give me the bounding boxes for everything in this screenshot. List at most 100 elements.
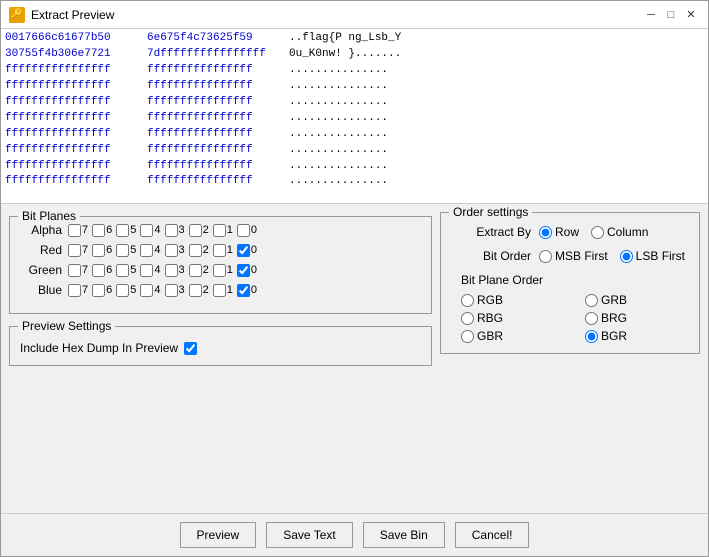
extract-by-row-radio[interactable] <box>539 226 552 239</box>
bit-label: 2 <box>203 264 209 276</box>
lsb-first-radio[interactable] <box>620 250 633 263</box>
bit-checkbox-alpha-0[interactable] <box>237 224 250 237</box>
bit-checkbox-blue-1[interactable] <box>213 284 226 297</box>
bit-plane-label-rgb: RGB <box>477 293 503 307</box>
title-bar-controls: ─ □ ✕ <box>642 7 700 23</box>
bit-checkbox-green-2[interactable] <box>189 264 202 277</box>
bit-label: 4 <box>154 284 160 296</box>
bit-checkbox-alpha-5[interactable] <box>116 224 129 237</box>
bit-checkbox-alpha-6[interactable] <box>92 224 105 237</box>
bit-row: Alpha76543210 <box>20 223 421 237</box>
bit-plane-option-brg: BRG <box>585 311 689 325</box>
hex-ascii: ............... <box>289 127 409 143</box>
extract-by-row-option: Row <box>539 225 579 239</box>
bit-plane-radio-grb[interactable] <box>585 294 598 307</box>
order-settings-title: Order settings <box>449 205 532 219</box>
hex-addr: ffffffffffffffff <box>5 174 135 190</box>
bit-label: 1 <box>227 224 233 236</box>
bit-item: 7 <box>68 264 88 277</box>
bit-item: 5 <box>116 284 136 297</box>
bit-checkbox-alpha-2[interactable] <box>189 224 202 237</box>
main-content: Bit Planes Alpha76543210Red76543210Green… <box>1 204 708 513</box>
bit-checkbox-blue-4[interactable] <box>140 284 153 297</box>
hex-ascii: ............... <box>289 63 409 79</box>
minimize-button[interactable]: ─ <box>642 7 660 23</box>
bit-checkbox-red-6[interactable] <box>92 244 105 257</box>
bit-label: 6 <box>106 224 112 236</box>
bit-item: 1 <box>213 244 233 257</box>
bit-checkbox-blue-0[interactable] <box>237 284 250 297</box>
bit-checkbox-alpha-4[interactable] <box>140 224 153 237</box>
bit-label: 2 <box>203 224 209 236</box>
bit-label: 3 <box>179 284 185 296</box>
bit-checkbox-red-0[interactable] <box>237 244 250 257</box>
hex-addr: 0017666c61677b50 <box>5 31 135 47</box>
hex-dump-row: Include Hex Dump In Preview <box>20 341 421 355</box>
bit-item: 2 <box>189 244 209 257</box>
bit-checkbox-red-3[interactable] <box>165 244 178 257</box>
bit-item: 0 <box>237 264 257 277</box>
bit-checkbox-blue-5[interactable] <box>116 284 129 297</box>
bit-plane-radio-brg[interactable] <box>585 312 598 325</box>
hex-ascii: ............... <box>289 95 409 111</box>
hex-ascii: ............... <box>289 143 409 159</box>
bit-checkbox-blue-7[interactable] <box>68 284 81 297</box>
bit-checkbox-red-4[interactable] <box>140 244 153 257</box>
save-text-button[interactable]: Save Text <box>266 522 352 548</box>
bit-checkbox-green-0[interactable] <box>237 264 250 277</box>
lsb-first-label: LSB First <box>636 249 685 263</box>
save-bin-button[interactable]: Save Bin <box>363 522 445 548</box>
bit-label: 1 <box>227 264 233 276</box>
bit-item: 7 <box>68 224 88 237</box>
bit-item: 2 <box>189 284 209 297</box>
msb-first-label: MSB First <box>555 249 608 263</box>
bit-checkbox-green-1[interactable] <box>213 264 226 277</box>
bit-label: 4 <box>154 244 160 256</box>
hex-bytes: ffffffffffffffff <box>147 79 277 95</box>
bit-checkbox-green-3[interactable] <box>165 264 178 277</box>
bit-plane-radio-rgb[interactable] <box>461 294 474 307</box>
bit-checkbox-green-4[interactable] <box>140 264 153 277</box>
extract-by-column-radio[interactable] <box>591 226 604 239</box>
preview-button[interactable]: Preview <box>180 522 257 548</box>
bit-checkbox-green-7[interactable] <box>68 264 81 277</box>
title-bar-left: 🔑 Extract Preview <box>9 7 114 23</box>
msb-first-radio[interactable] <box>539 250 552 263</box>
title-bar: 🔑 Extract Preview ─ □ ✕ <box>1 1 708 29</box>
bit-checkbox-green-6[interactable] <box>92 264 105 277</box>
maximize-button[interactable]: □ <box>662 7 680 23</box>
hex-addr: ffffffffffffffff <box>5 159 135 175</box>
bit-plane-radio-gbr[interactable] <box>461 330 474 343</box>
hex-dump-checkbox[interactable] <box>184 342 197 355</box>
bit-plane-label-grb: GRB <box>601 293 627 307</box>
bit-checkbox-blue-3[interactable] <box>165 284 178 297</box>
hex-line: ffffffffffffffffffffffffffffffff........… <box>5 174 704 190</box>
bit-plane-radio-bgr[interactable] <box>585 330 598 343</box>
bit-checkbox-red-1[interactable] <box>213 244 226 257</box>
bit-item: 5 <box>116 224 136 237</box>
bit-checkbox-red-5[interactable] <box>116 244 129 257</box>
bit-checkbox-green-5[interactable] <box>116 264 129 277</box>
bit-checkbox-alpha-1[interactable] <box>213 224 226 237</box>
hex-bytes: ffffffffffffffff <box>147 127 277 143</box>
bit-plane-label-brg: BRG <box>601 311 627 325</box>
bit-order-label: Bit Order <box>451 249 531 263</box>
cancel-button[interactable]: Cancel! <box>455 522 530 548</box>
close-button[interactable]: ✕ <box>682 7 700 23</box>
hex-bytes: ffffffffffffffff <box>147 111 277 127</box>
hex-bytes: ffffffffffffffff <box>147 95 277 111</box>
bit-checkbox-alpha-7[interactable] <box>68 224 81 237</box>
bit-checkbox-red-2[interactable] <box>189 244 202 257</box>
hex-ascii: ............... <box>289 174 409 190</box>
bit-rows-container: Alpha76543210Red76543210Green76543210Blu… <box>20 223 421 297</box>
bit-checkbox-alpha-3[interactable] <box>165 224 178 237</box>
bit-label: 0 <box>251 224 257 236</box>
bit-checkbox-blue-6[interactable] <box>92 284 105 297</box>
hex-addr: ffffffffffffffff <box>5 143 135 159</box>
hex-ascii: ............... <box>289 111 409 127</box>
bit-label: 3 <box>179 264 185 276</box>
hex-addr: ffffffffffffffff <box>5 95 135 111</box>
bit-checkbox-blue-2[interactable] <box>189 284 202 297</box>
bit-checkbox-red-7[interactable] <box>68 244 81 257</box>
bit-plane-radio-rbg[interactable] <box>461 312 474 325</box>
